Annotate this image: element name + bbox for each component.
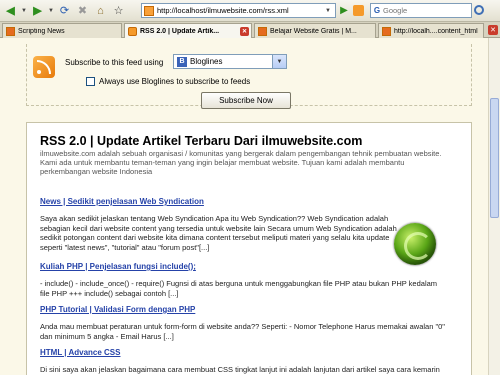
blogger-icon bbox=[258, 26, 267, 36]
chevron-down-icon[interactable]: ▼ bbox=[47, 2, 55, 19]
feed-description: ilmuwebsite.com adalah sebuah organisasi… bbox=[40, 149, 442, 176]
chevron-down-icon[interactable]: ▼ bbox=[272, 55, 286, 68]
subscribe-now-button[interactable]: Subscribe Now bbox=[201, 92, 291, 109]
chevron-down-icon[interactable]: ▼ bbox=[325, 8, 335, 14]
chevron-down-icon[interactable]: ▼ bbox=[20, 2, 28, 19]
reload-icon[interactable]: ⟳ bbox=[56, 2, 73, 19]
url-bar[interactable]: http://localhost/ilmuwebsite.com/rss.xml… bbox=[141, 3, 336, 18]
feed-reader-select[interactable]: B Bloglines ▼ bbox=[173, 54, 287, 69]
rss-feed-icon bbox=[33, 56, 55, 78]
home-icon[interactable]: ⌂ bbox=[92, 2, 109, 19]
item-body: Anda mau membuat peraturan untuk form-fo… bbox=[40, 322, 445, 341]
bloglines-icon: B bbox=[177, 56, 187, 67]
tab-belajar-website[interactable]: Belajar Website Gratis | M... bbox=[254, 23, 376, 38]
subscribe-label: Subscribe to this feed using bbox=[65, 58, 164, 67]
stop-icon[interactable]: ✖ bbox=[74, 2, 91, 19]
page-content: Subscribe to this feed using B Bloglines… bbox=[0, 38, 500, 375]
always-use-label[interactable]: Always use Bloglines to subscribe to fee… bbox=[99, 77, 250, 86]
item-title-link[interactable]: HTML | Advance CSS bbox=[40, 348, 120, 357]
item-body: - include() - include_once() - require()… bbox=[40, 279, 438, 298]
search-icon[interactable] bbox=[474, 5, 484, 15]
tab-label: http://localh....content_html bbox=[394, 27, 478, 35]
rss-feed-icon[interactable] bbox=[353, 5, 364, 16]
tab-label: RSS 2.0 | Update Artik... bbox=[140, 28, 220, 35]
blogger-icon bbox=[6, 26, 15, 36]
blogger-icon bbox=[382, 26, 391, 36]
feed-title: RSS 2.0 | Update Artikel Terbaru Dari il… bbox=[40, 134, 363, 148]
site-favicon-icon bbox=[144, 5, 154, 16]
close-tab-icon[interactable]: ✕ bbox=[488, 25, 498, 35]
green-orb-image bbox=[394, 223, 436, 265]
always-use-checkbox[interactable] bbox=[86, 77, 95, 86]
url-text[interactable]: http://localhost/ilmuwebsite.com/rss.xml bbox=[157, 6, 325, 15]
close-icon[interactable]: ✕ bbox=[240, 27, 249, 36]
vertical-scrollbar[interactable] bbox=[488, 38, 500, 375]
tab-strip: Scripting News RSS 2.0 | Update Artik...… bbox=[0, 22, 500, 39]
google-icon[interactable]: G bbox=[371, 6, 383, 15]
subscribe-panel: Subscribe to this feed using B Bloglines… bbox=[26, 44, 472, 109]
search-box[interactable]: G bbox=[370, 3, 472, 18]
rss-icon bbox=[128, 27, 137, 36]
bookmark-icon[interactable]: ☆ bbox=[110, 2, 127, 19]
tab-localhost-content[interactable]: http://localh....content_html bbox=[378, 23, 484, 38]
tab-rss-update[interactable]: RSS 2.0 | Update Artik... ✕ bbox=[124, 23, 252, 39]
forward-arrow-icon[interactable]: ▶ bbox=[29, 2, 46, 19]
item-body: Saya akan sedikit jelaskan tentang Web S… bbox=[40, 214, 397, 252]
item-title-link[interactable]: News | Sedikit penjelasan Web Syndicatio… bbox=[40, 197, 204, 206]
feed-body: RSS 2.0 | Update Artikel Terbaru Dari il… bbox=[26, 122, 472, 375]
tab-label: Scripting News bbox=[18, 27, 65, 35]
back-arrow-icon[interactable]: ◀ bbox=[2, 2, 19, 19]
go-button[interactable]: ▶ bbox=[337, 3, 351, 18]
search-input[interactable] bbox=[383, 6, 463, 15]
item-title-link[interactable]: Kuliah PHP | Penjelasan fungsi include()… bbox=[40, 262, 196, 271]
item-body: Di sini saya akan jelaskan bagaimana car… bbox=[40, 365, 440, 374]
feed-reader-value[interactable]: Bloglines bbox=[190, 57, 272, 66]
scrollbar-thumb[interactable] bbox=[490, 98, 499, 218]
item-title-link[interactable]: PHP Tutorial | Validasi Form dengan PHP bbox=[40, 305, 195, 314]
tab-scripting-news[interactable]: Scripting News bbox=[2, 23, 122, 38]
tab-label: Belajar Website Gratis | M... bbox=[270, 27, 357, 35]
